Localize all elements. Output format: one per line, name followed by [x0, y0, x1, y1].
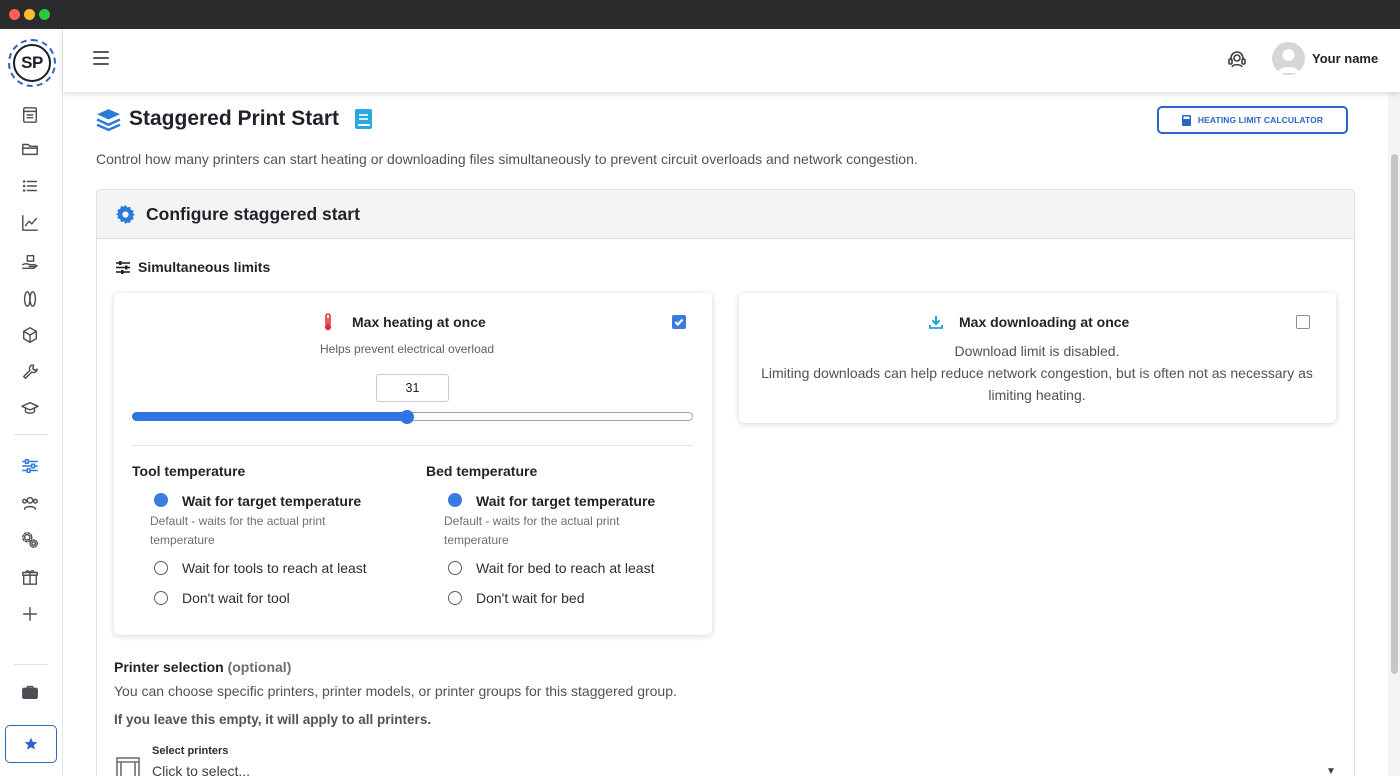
- sidebar-item-models[interactable]: [19, 324, 41, 346]
- sidebar-item-add[interactable]: [19, 603, 41, 625]
- heating-limit-calculator-button[interactable]: HEATING LIMIT CALCULATOR: [1157, 106, 1348, 134]
- sidebar-item-rewards[interactable]: [19, 566, 41, 588]
- page-scrollbar-thumb[interactable]: [1391, 154, 1398, 674]
- window-close-button[interactable]: [9, 9, 20, 20]
- max-heating-slider-fill: [132, 412, 407, 421]
- heating-divider: [132, 445, 693, 446]
- window-titlebar: [0, 0, 1400, 29]
- dashboard-icon: [22, 107, 38, 123]
- page-description: Control how many printers can start heat…: [96, 151, 918, 167]
- sidebar-item-stats[interactable]: [19, 212, 41, 234]
- plus-icon: [22, 606, 38, 622]
- users-icon: [22, 496, 38, 511]
- briefcase-icon: [22, 685, 38, 700]
- sidebar-item-orders[interactable]: [19, 251, 41, 273]
- tool-wait-at-least-radio[interactable]: [154, 561, 168, 575]
- calculator-icon: [1181, 114, 1191, 126]
- bed-wait-target-label[interactable]: Wait for target temperature: [476, 493, 655, 509]
- star-icon: [24, 737, 38, 750]
- sliders-icon: [22, 458, 38, 474]
- window-minimize-button[interactable]: [24, 9, 35, 20]
- documentation-book-icon[interactable]: [354, 108, 374, 130]
- page-title: Staggered Print Start: [129, 107, 340, 130]
- logo-text: SP: [13, 44, 51, 82]
- printer-icon: [116, 756, 140, 776]
- thermometer-icon: [323, 313, 333, 331]
- sidebar-item-favorites[interactable]: [5, 725, 57, 763]
- top-header: Your name: [63, 29, 1400, 92]
- printer-selection-note: If you leave this empty, it will apply t…: [114, 712, 432, 727]
- cube-icon: [22, 327, 38, 343]
- select-printers-dropdown[interactable]: Click to select...: [152, 763, 250, 776]
- download-limit-explanation: Limiting downloads can help reduce netwo…: [761, 365, 1313, 403]
- bed-wait-at-least-radio[interactable]: [448, 561, 462, 575]
- sidebar-item-files[interactable]: [19, 138, 41, 160]
- graduation-cap-icon: [21, 401, 39, 414]
- configure-card-header: Configure staggered start: [97, 190, 1354, 239]
- tool-no-wait-radio[interactable]: [154, 591, 168, 605]
- tool-wait-target-label[interactable]: Wait for target temperature: [182, 493, 361, 509]
- menu-toggle-icon[interactable]: [93, 51, 109, 65]
- sidebar-item-filament[interactable]: [19, 288, 41, 310]
- sidebar-item-settings[interactable]: [19, 529, 41, 551]
- hand-box-icon: [22, 254, 38, 270]
- configure-card-title: Configure staggered start: [146, 204, 360, 224]
- printer-selection-title: Printer selection (optional): [114, 659, 291, 675]
- max-heating-input[interactable]: 31: [376, 374, 449, 402]
- sidebar-divider: [14, 434, 48, 435]
- sidebar-divider: [14, 664, 48, 665]
- bed-no-wait-label[interactable]: Don't wait for bed: [476, 590, 585, 606]
- bed-no-wait-radio[interactable]: [448, 591, 462, 605]
- bed-temperature-title: Bed temperature: [426, 463, 538, 479]
- spool-icon: [23, 291, 37, 307]
- tool-no-wait-label[interactable]: Don't wait for tool: [182, 590, 290, 606]
- sidebar-item-team[interactable]: [19, 492, 41, 514]
- wrench-icon: [22, 364, 38, 380]
- sidebar-item-business[interactable]: [19, 681, 41, 703]
- gear-icon: [116, 205, 135, 224]
- heating-limit-calculator-label: HEATING LIMIT CALCULATOR: [1197, 115, 1324, 125]
- sidebar-item-maintenance[interactable]: [19, 361, 41, 383]
- sidebar-item-queue[interactable]: [19, 175, 41, 197]
- max-downloading-checkbox[interactable]: [1296, 315, 1310, 329]
- sidebar: SP: [0, 29, 63, 776]
- printer-selection-label: Printer selection: [114, 659, 224, 675]
- tool-temperature-title: Tool temperature: [132, 463, 246, 479]
- select-printers-label: Select printers: [152, 745, 229, 757]
- sidebar-item-dashboard[interactable]: [19, 104, 41, 126]
- bed-wait-at-least-label[interactable]: Wait for bed to reach at least: [476, 560, 654, 576]
- max-heating-title: Max heating at once: [352, 314, 486, 330]
- max-heating-slider-thumb[interactable]: [399, 410, 414, 424]
- tool-wait-target-radio[interactable]: [154, 493, 168, 507]
- gift-icon: [22, 570, 38, 585]
- sidebar-item-staggered-start[interactable]: [19, 455, 41, 477]
- printer-selection-optional: (optional): [227, 659, 292, 675]
- printer-selection-description: You can choose specific printers, printe…: [114, 683, 677, 699]
- download-limit-status: Download limit is disabled.: [954, 343, 1120, 359]
- list-icon: [22, 180, 38, 192]
- download-icon: [929, 315, 943, 329]
- window-zoom-button[interactable]: [39, 9, 50, 20]
- sliders-icon: [116, 261, 130, 274]
- bed-wait-target-radio[interactable]: [448, 493, 462, 507]
- support-agent-icon[interactable]: [1226, 48, 1248, 70]
- app-logo[interactable]: SP: [8, 39, 56, 87]
- tool-wait-target-desc: Default - waits for the actual print tem…: [150, 514, 326, 547]
- max-heating-checkbox[interactable]: [672, 315, 686, 329]
- simultaneous-limits-title: Simultaneous limits: [138, 259, 271, 275]
- layers-icon: [96, 107, 121, 132]
- user-name[interactable]: Your name: [1312, 51, 1378, 66]
- bed-wait-target-desc: Default - waits for the actual print tem…: [444, 514, 620, 547]
- max-downloading-title: Max downloading at once: [959, 314, 1130, 330]
- user-avatar[interactable]: [1272, 42, 1305, 75]
- max-heating-help: Helps prevent electrical overload: [320, 342, 495, 356]
- tool-wait-at-least-label[interactable]: Wait for tools to reach at least: [182, 560, 367, 576]
- folder-icon: [22, 143, 38, 156]
- chart-icon: [22, 215, 38, 231]
- download-limit-message: Download limit is disabled. Limiting dow…: [750, 340, 1324, 406]
- gears-icon: [22, 532, 38, 548]
- sidebar-item-academy[interactable]: [19, 398, 41, 420]
- dropdown-caret-icon[interactable]: ▼: [1326, 766, 1336, 776]
